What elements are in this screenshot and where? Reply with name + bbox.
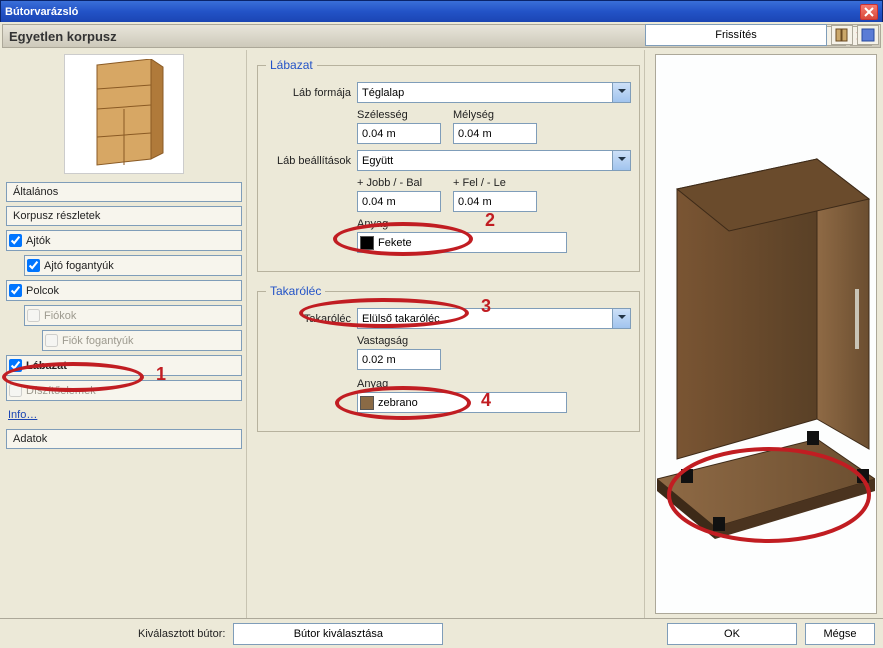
takarolec-material-label: Anyag — [357, 378, 388, 390]
sidebar-item-label: Adatok — [13, 433, 47, 445]
window-close-button[interactable] — [860, 4, 878, 20]
sidebar: Általános Korpusz részletek Ajtók Ajtó foga… — [2, 50, 247, 618]
sidebar-info-link[interactable]: Info… — [6, 405, 242, 429]
sidebar-item-ajt-foganty-k[interactable]: Ajtó fogantyúk — [24, 255, 242, 276]
view-mode-button-b[interactable] — [857, 25, 879, 45]
takarolec-label: Takaróléc — [266, 313, 351, 325]
selected-furniture-label: Kiválasztott bútor: — [138, 628, 225, 640]
sidebar-item-l-bazat[interactable]: Lábazat — [6, 355, 242, 376]
sidebar-item-fi-k-foganty-k: Fiók fogantyúk — [42, 330, 242, 351]
refresh-button[interactable]: Frissítés — [645, 24, 827, 46]
sidebar-item-label: Polcok — [26, 285, 59, 297]
sidebar-item-ajt-k[interactable]: Ajtók — [6, 230, 242, 251]
sidebar-item-adatok[interactable]: Adatok — [6, 429, 242, 449]
sidebar-checkbox[interactable] — [9, 284, 22, 297]
takarolec-material-picker[interactable]: zebrano — [357, 392, 567, 413]
leg-settings-dropdown[interactable]: Együtt — [357, 150, 631, 171]
sidebar-item--ltal-nos[interactable]: Általános — [6, 182, 242, 202]
fel-input[interactable]: 0.04 m — [453, 191, 537, 212]
ok-button[interactable]: OK — [667, 623, 797, 645]
sidebar-checkbox — [27, 309, 40, 322]
takarolec-legend: Takaróléc — [266, 284, 325, 298]
depth-label: Mélység — [453, 109, 537, 121]
sidebar-item-fi-kok: Fiókok — [24, 305, 242, 326]
thumbnail-icon — [79, 59, 169, 169]
sidebar-item-label: Díszítőelemek — [26, 385, 96, 397]
annotation-number-2: 2 — [485, 210, 495, 231]
sidebar-item-d-sz-t-elemek: Díszítőelemek — [6, 380, 242, 401]
sidebar-item-label: Fiókok — [44, 310, 76, 322]
takarolec-group: Takaróléc Takaróléc Elülső takaróléc Vas… — [257, 284, 640, 432]
jobb-input[interactable]: 0.04 m — [357, 191, 441, 212]
leg-shape-label: Láb formája — [266, 87, 351, 99]
preview-viewport[interactable] — [655, 54, 877, 614]
sidebar-checkbox — [9, 384, 22, 397]
view-mode-button-a[interactable] — [831, 25, 853, 45]
labazat-material-label: Anyag — [357, 218, 388, 230]
workarea: Általános Korpusz részletek Ajtók Ajtó foga… — [2, 50, 881, 618]
annotation-number-3: 3 — [481, 296, 491, 317]
sidebar-item-label: Lábazat — [26, 360, 67, 372]
leg-settings-label: Láb beállítások — [266, 155, 351, 167]
width-label: Szélesség — [357, 109, 441, 121]
swatch-icon — [360, 236, 374, 250]
sidebar-item-label: Korpusz részletek — [13, 210, 100, 222]
sidebar-checkbox[interactable] — [9, 359, 22, 372]
labazat-material-picker[interactable]: Fekete — [357, 232, 567, 253]
subheader-title: Egyetlen korpusz — [9, 29, 117, 44]
labazat-legend: Lábazat — [266, 58, 317, 72]
select-furniture-button[interactable]: Bútor kiválasztása — [233, 623, 443, 645]
window-title: Bútorvarázsló — [5, 6, 78, 18]
fel-label: + Fel / - Le — [453, 177, 537, 189]
annotation-number-1: 1 — [156, 364, 166, 385]
sidebar-item-label: Fiók fogantyúk — [62, 335, 134, 347]
preview-3d-icon — [657, 119, 875, 549]
preview-pane — [651, 50, 881, 618]
form-pane: Lábazat Láb formája Téglalap Szélesség 0… — [253, 50, 645, 618]
sidebar-item-label: Általános — [13, 186, 58, 198]
thickness-label: Vastagság — [357, 335, 408, 347]
sidebar-item-label: Ajtó fogantyúk — [44, 260, 114, 272]
labazat-group: Lábazat Láb formája Téglalap Szélesség 0… — [257, 58, 640, 272]
takarolec-dropdown[interactable]: Elülső takaróléc — [357, 308, 631, 329]
sidebar-item-korpusz-r-szletek[interactable]: Korpusz részletek — [6, 206, 242, 226]
sidebar-checkbox[interactable] — [9, 234, 22, 247]
sidebar-item-label: Ajtók — [26, 235, 50, 247]
width-input[interactable]: 0.04 m — [357, 123, 441, 144]
refresh-toolbar: Frissítés — [645, 24, 879, 46]
sidebar-thumbnail — [64, 54, 184, 174]
jobb-label: + Jobb / - Bal — [357, 177, 441, 189]
sidebar-checkbox — [45, 334, 58, 347]
footer: Kiválasztott bútor: Bútor kiválasztása O… — [0, 618, 883, 648]
annotation-number-4: 4 — [481, 390, 491, 411]
leg-shape-dropdown[interactable]: Téglalap — [357, 82, 631, 103]
depth-input[interactable]: 0.04 m — [453, 123, 537, 144]
swatch-icon — [360, 396, 374, 410]
thickness-input[interactable]: 0.02 m — [357, 349, 441, 370]
window-titlebar: Bútorvarázsló — [0, 0, 883, 22]
sidebar-checkbox[interactable] — [27, 259, 40, 272]
cancel-button[interactable]: Mégse — [805, 623, 875, 645]
sidebar-item-polcok[interactable]: Polcok — [6, 280, 242, 301]
